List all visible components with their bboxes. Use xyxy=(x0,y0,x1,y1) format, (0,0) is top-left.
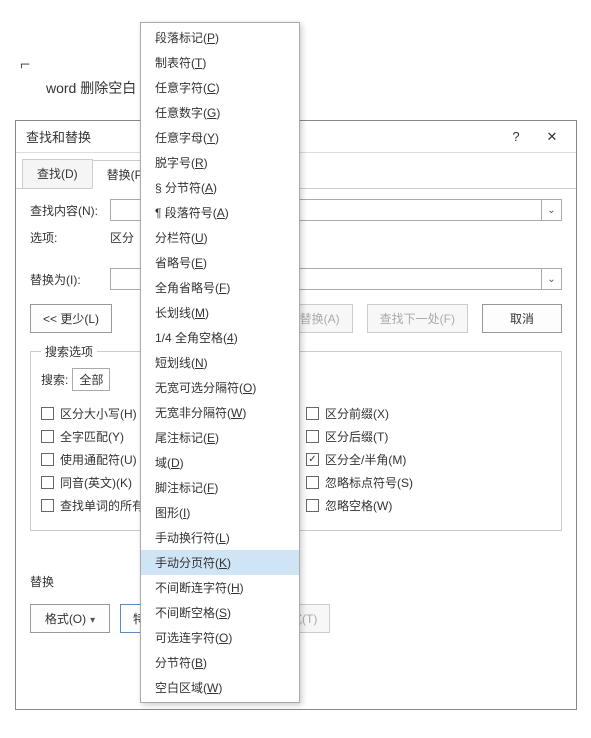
menu-item[interactable]: 图形(I) xyxy=(141,500,299,525)
checkbox-full-half[interactable]: 区分全/半角(M) xyxy=(306,451,551,468)
menu-item[interactable]: 脱字号(R) xyxy=(141,150,299,175)
label-full-half: 区分全/半角(M) xyxy=(325,451,406,468)
menu-item[interactable]: 任意字符(C) xyxy=(141,75,299,100)
menu-item[interactable]: 尾注标记(E) xyxy=(141,425,299,450)
doc-cursor: ⌐ xyxy=(20,54,30,75)
find-what-label: 查找内容(N): xyxy=(30,202,110,219)
search-direction-select[interactable]: 全部 xyxy=(72,368,110,391)
tab-find[interactable]: 查找(D) xyxy=(22,159,93,188)
menu-item[interactable]: 短划线(N) xyxy=(141,350,299,375)
menu-item[interactable]: 分节符(B) xyxy=(141,650,299,675)
options-value: 区分 xyxy=(110,229,134,246)
special-format-menu: 段落标记(P)制表符(T)任意字符(C)任意数字(G)任意字母(Y)脱字号(R)… xyxy=(140,22,300,703)
menu-item[interactable]: 脚注标记(F) xyxy=(141,475,299,500)
menu-item[interactable]: 可选连字符(O) xyxy=(141,625,299,650)
replace-with-label: 替换为(I): xyxy=(30,271,110,288)
menu-item[interactable]: 制表符(T) xyxy=(141,50,299,75)
label-whole-word: 全字匹配(Y) xyxy=(60,428,124,445)
search-direction-label: 搜索: xyxy=(41,371,68,388)
help-button[interactable]: ? xyxy=(498,123,534,151)
menu-item[interactable]: 无宽可选分隔符(O) xyxy=(141,375,299,400)
menu-item[interactable]: § 分节符(A) xyxy=(141,175,299,200)
menu-item[interactable]: 省略号(E) xyxy=(141,250,299,275)
checkbox-ignore-space[interactable]: 忽略空格(W) xyxy=(306,497,551,514)
replace-with-dropdown[interactable]: ⌄ xyxy=(541,269,561,289)
label-wildcards: 使用通配符(U) xyxy=(60,451,137,468)
checkbox-prefix[interactable]: 区分前缀(X) xyxy=(306,405,551,422)
close-button[interactable]: ✕ xyxy=(534,123,570,151)
menu-item[interactable]: 不间断空格(S) xyxy=(141,600,299,625)
checkbox-suffix[interactable]: 区分后缀(T) xyxy=(306,428,551,445)
options-label: 选项: xyxy=(30,229,110,246)
format-button[interactable]: 格式(O) xyxy=(30,604,110,633)
menu-item[interactable]: 空白区域(W) xyxy=(141,675,299,700)
label-ignore-punct: 忽略标点符号(S) xyxy=(325,474,413,491)
menu-item[interactable]: 手动分页符(K) xyxy=(141,550,299,575)
menu-item[interactable]: 任意数字(G) xyxy=(141,100,299,125)
menu-item[interactable]: 1/4 全角空格(4) xyxy=(141,325,299,350)
find-what-dropdown[interactable]: ⌄ xyxy=(541,200,561,220)
cancel-button[interactable]: 取消 xyxy=(482,304,562,333)
find-next-button[interactable]: 查找下一处(F) xyxy=(367,304,468,333)
label-match-case: 区分大小写(H) xyxy=(60,405,137,422)
menu-item[interactable]: 域(D) xyxy=(141,450,299,475)
label-sounds-like: 同音(英文)(K) xyxy=(60,474,132,491)
label-suffix: 区分后缀(T) xyxy=(325,428,388,445)
background-text: word 删除空白 xyxy=(46,78,136,98)
menu-item[interactable]: 段落标记(P) xyxy=(141,25,299,50)
label-prefix: 区分前缀(X) xyxy=(325,405,389,422)
search-options-legend: 搜索选项 xyxy=(41,343,97,360)
less-button[interactable]: << 更少(L) xyxy=(30,304,112,333)
menu-item[interactable]: 不间断连字符(H) xyxy=(141,575,299,600)
menu-item[interactable]: 手动换行符(L) xyxy=(141,525,299,550)
menu-item[interactable]: 分栏符(U) xyxy=(141,225,299,250)
menu-item[interactable]: 全角省略号(F) xyxy=(141,275,299,300)
checkbox-ignore-punct[interactable]: 忽略标点符号(S) xyxy=(306,474,551,491)
menu-item[interactable]: 无宽非分隔符(W) xyxy=(141,400,299,425)
menu-item[interactable]: 任意字母(Y) xyxy=(141,125,299,150)
label-ignore-space: 忽略空格(W) xyxy=(325,497,392,514)
format-button-label: 格式(O) xyxy=(45,612,86,626)
menu-item[interactable]: 长划线(M) xyxy=(141,300,299,325)
menu-item[interactable]: ¶ 段落符号(A) xyxy=(141,200,299,225)
